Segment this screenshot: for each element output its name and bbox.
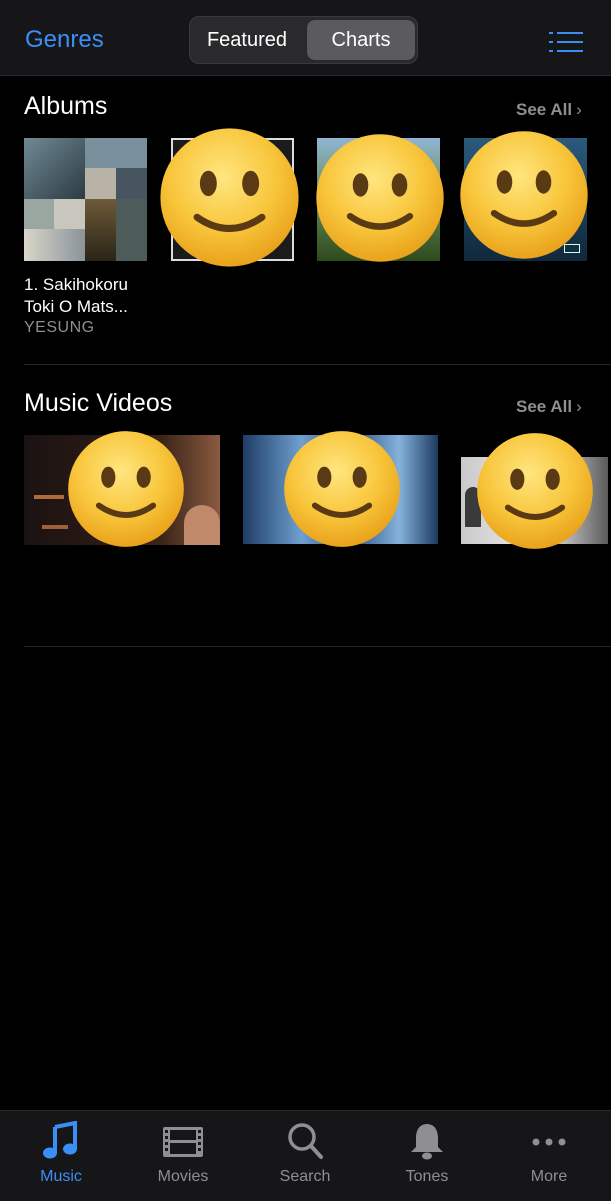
smiley-face-icon [159,127,300,268]
segment-featured[interactable]: Featured [193,20,301,60]
albums-see-all-link[interactable]: See All › [516,100,582,120]
smiley-face-icon [315,133,445,263]
smiley-face-icon [459,130,589,260]
smiley-face-icon [67,430,185,548]
chevron-right-icon: › [576,100,582,119]
music-note-icon [43,1121,77,1159]
list-icon[interactable] [549,30,583,54]
tab-movies[interactable]: Movies [122,1111,244,1201]
music-videos-see-all-link[interactable]: See All › [516,397,582,417]
tab-more[interactable]: More [488,1111,610,1201]
see-all-label: See All [516,100,573,119]
tab-label: Tones [405,1168,449,1185]
album-artwork[interactable] [24,138,147,261]
chevron-right-icon: › [576,397,582,416]
film-icon [163,1127,203,1157]
music-videos-section-title: Music Videos [24,389,173,417]
segmented-control: Featured Charts [189,16,418,64]
section-divider [24,364,611,365]
see-all-label: See All [516,397,573,416]
tab-search[interactable]: Search [244,1111,366,1201]
more-dots-icon [532,1138,566,1146]
top-nav-bar: Genres Featured Charts [0,0,611,76]
tab-label: More [530,1168,568,1185]
tab-label: Music [40,1168,82,1185]
tab-label: Search [279,1168,331,1185]
tab-bar: Music Movies Search Tones More [0,1110,611,1201]
genres-button[interactable]: Genres [25,26,104,54]
segment-charts[interactable]: Charts [307,20,415,60]
album-artist[interactable]: YESUNG [24,319,95,337]
section-divider [24,646,611,647]
tab-label: Movies [157,1168,209,1185]
smiley-face-icon [283,430,401,548]
tab-tones[interactable]: Tones [366,1111,488,1201]
smiley-face-icon [476,432,594,550]
bell-icon [411,1124,443,1160]
album-title[interactable]: 1. Sakihokoru Toki O Mats... [24,274,154,318]
tab-music[interactable]: Music [0,1111,122,1201]
search-icon [288,1123,323,1159]
albums-section-title: Albums [24,92,108,120]
